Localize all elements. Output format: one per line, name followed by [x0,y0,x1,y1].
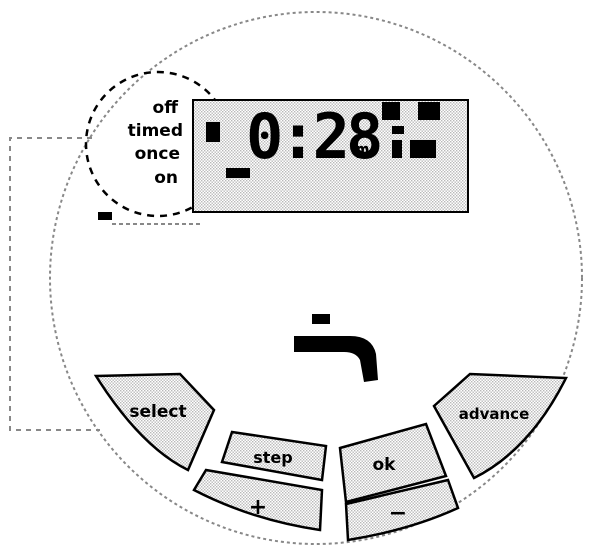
plus-button-label: + [249,495,267,520]
minus-button-label: − [389,501,407,526]
mode-timed-label[interactable]: timed [128,121,183,141]
indicator-segment [382,102,400,120]
indicator-segment [226,168,250,178]
mode-off-label[interactable]: off [153,98,179,118]
faucet-icon [294,314,378,382]
step-button-label: step [253,448,292,467]
select-button[interactable]: select [93,372,216,472]
indicator-segment [410,140,436,158]
mode-once-label[interactable]: once [135,144,180,164]
indicator-segment [392,126,404,134]
indicator-segment [392,140,402,158]
indicator-segment [418,102,440,120]
plus-button[interactable]: + [192,468,324,532]
step-button[interactable]: step [220,430,328,482]
ring-marker [98,212,112,220]
controller-panel: off timed once on 0:28 m select step + o… [9,11,583,545]
mode-bracket [9,137,100,431]
time-suffix: m [356,139,369,164]
advance-button[interactable]: advance [432,372,568,480]
indicator-segment [206,122,220,142]
advance-button-label: advance [459,405,530,423]
ok-button-label: ok [373,455,397,475]
mode-on-label[interactable]: on [154,168,178,188]
select-button-label: select [129,402,186,422]
